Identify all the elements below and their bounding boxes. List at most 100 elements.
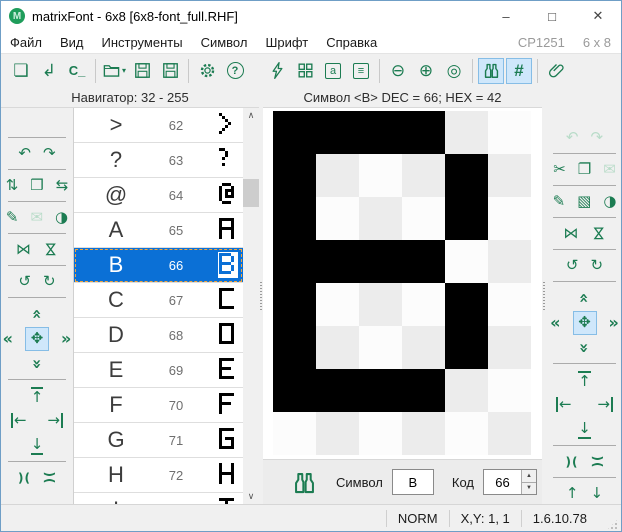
pixel-cell[interactable] bbox=[316, 369, 359, 412]
char-row-64[interactable]: @64 bbox=[74, 178, 243, 213]
pixel-cell[interactable] bbox=[402, 283, 445, 326]
pixel-cell[interactable] bbox=[445, 283, 488, 326]
right-shift-up-button-icon[interactable]: « bbox=[577, 292, 593, 302]
pixel-cell[interactable] bbox=[402, 197, 445, 240]
pixel-cell[interactable] bbox=[273, 111, 316, 154]
char-row-67[interactable]: C67 bbox=[74, 283, 243, 318]
pixel-cell[interactable] bbox=[316, 283, 359, 326]
pixel-cell[interactable] bbox=[488, 326, 531, 369]
pixel-cell[interactable] bbox=[445, 412, 488, 455]
pixel-cell[interactable] bbox=[359, 283, 402, 326]
right-prev-char-button-icon[interactable]: ↑ bbox=[566, 486, 579, 501]
pixel-cell[interactable] bbox=[402, 326, 445, 369]
pixel-cell[interactable] bbox=[488, 154, 531, 197]
pixel-grid[interactable] bbox=[273, 111, 531, 455]
left-shift-right-button-icon[interactable]: » bbox=[61, 331, 71, 347]
right-shift-down-button-icon[interactable]: » bbox=[577, 342, 593, 352]
pixel-cell[interactable] bbox=[316, 326, 359, 369]
scrollbar-track[interactable] bbox=[243, 123, 259, 489]
right-next-char-button-icon[interactable]: ↓ bbox=[591, 486, 604, 501]
right-shift-left-button-icon[interactable]: « bbox=[550, 315, 560, 331]
pixel-cell[interactable] bbox=[316, 197, 359, 240]
left-clear-button-icon[interactable]: ✎ bbox=[6, 210, 19, 225]
help-button[interactable]: ? bbox=[222, 58, 248, 84]
pixel-cell[interactable] bbox=[359, 154, 402, 197]
left-shift-down-button-icon[interactable]: » bbox=[29, 358, 45, 368]
zoom-fit-button[interactable]: ◎ bbox=[441, 58, 467, 84]
left-rotate-right-button-icon[interactable]: ↻ bbox=[43, 274, 56, 289]
optimize-button[interactable] bbox=[264, 58, 290, 84]
pixel-cell[interactable] bbox=[273, 326, 316, 369]
char-row-73[interactable]: I73 bbox=[74, 493, 243, 504]
right-flip-horizontal-button-icon[interactable]: ⋈ bbox=[564, 226, 579, 241]
spin-down-icon[interactable]: ▼ bbox=[522, 483, 536, 495]
char-row-69[interactable]: E69 bbox=[74, 353, 243, 388]
right-squeeze-vertical-button-icon[interactable]: )( bbox=[591, 455, 603, 468]
menu-symbol[interactable]: Символ bbox=[192, 31, 257, 53]
char-row-63[interactable]: ?63 bbox=[74, 143, 243, 178]
char-row-72[interactable]: H72 bbox=[74, 458, 243, 493]
open-button[interactable]: ▾ bbox=[101, 58, 127, 84]
pixel-cell[interactable] bbox=[273, 240, 316, 283]
left-font-width-button-icon[interactable]: ⇆ bbox=[56, 178, 69, 193]
navigator-toggle-button[interactable] bbox=[478, 58, 504, 84]
settings-button[interactable] bbox=[194, 58, 220, 84]
save-as-button[interactable] bbox=[157, 58, 183, 84]
pixel-cell[interactable] bbox=[273, 197, 316, 240]
zoom-in-button[interactable]: ⊕ bbox=[413, 58, 439, 84]
grid-toggle-button[interactable]: # bbox=[506, 58, 532, 84]
char-row-65[interactable]: A65 bbox=[74, 213, 243, 248]
pixel-cell[interactable] bbox=[359, 240, 402, 283]
pixel-cell[interactable] bbox=[359, 369, 402, 412]
menu-help[interactable]: Справка bbox=[317, 31, 386, 53]
char-row-68[interactable]: D68 bbox=[74, 318, 243, 353]
pixel-cell[interactable] bbox=[488, 240, 531, 283]
left-splitter[interactable] bbox=[259, 87, 263, 504]
new-font-button[interactable]: ❏ bbox=[8, 58, 34, 84]
code-spinner[interactable]: 66 ▲ ▼ bbox=[483, 469, 537, 495]
pixel-cell[interactable] bbox=[445, 326, 488, 369]
right-align-right-button-icon[interactable]: → bbox=[597, 397, 613, 412]
pixel-cell[interactable] bbox=[316, 154, 359, 197]
pixel-cell[interactable] bbox=[359, 412, 402, 455]
save-button[interactable] bbox=[129, 58, 155, 84]
right-align-left-button-icon[interactable]: ← bbox=[556, 397, 572, 412]
left-invert-button-icon[interactable]: ◑ bbox=[55, 210, 68, 225]
left-crop-button-icon[interactable]: ❒ bbox=[30, 178, 43, 193]
pixel-cell[interactable] bbox=[445, 369, 488, 412]
left-squeeze-vertical-button-icon[interactable]: )( bbox=[43, 471, 55, 484]
right-shift-right-button-icon[interactable]: » bbox=[609, 315, 619, 331]
pixel-cell[interactable] bbox=[445, 240, 488, 283]
pixel-cell[interactable] bbox=[445, 111, 488, 154]
spin-up-icon[interactable]: ▲ bbox=[522, 470, 536, 483]
menu-view[interactable]: Вид bbox=[51, 31, 93, 53]
export-c-code-button[interactable]: C_ bbox=[64, 58, 90, 84]
scrollbar-thumb[interactable] bbox=[243, 179, 259, 207]
pixel-cell[interactable] bbox=[316, 412, 359, 455]
charmap-button[interactable] bbox=[292, 58, 318, 84]
pixel-cell[interactable] bbox=[273, 369, 316, 412]
right-cut-button-icon[interactable]: ✂ bbox=[553, 162, 566, 177]
pixel-cell[interactable] bbox=[316, 240, 359, 283]
pixel-cell[interactable] bbox=[359, 326, 402, 369]
char-row-66[interactable]: B66 bbox=[74, 248, 243, 283]
preview-char-button[interactable]: a bbox=[320, 58, 346, 84]
pixel-cell[interactable] bbox=[488, 412, 531, 455]
import-button[interactable]: ↲ bbox=[36, 58, 62, 84]
right-align-bottom-button-icon[interactable]: ↓ bbox=[578, 421, 591, 439]
pixel-cell[interactable] bbox=[488, 197, 531, 240]
right-copy-button-icon[interactable]: ❐ bbox=[578, 162, 591, 177]
right-align-top-button-icon[interactable]: ↑ bbox=[578, 371, 591, 389]
right-center-glyph-button[interactable]: ✥ bbox=[573, 311, 597, 335]
char-row-70[interactable]: F70 bbox=[74, 388, 243, 423]
pixel-cell[interactable] bbox=[273, 412, 316, 455]
left-shift-left-button-icon[interactable]: « bbox=[3, 331, 13, 347]
pixel-cell[interactable] bbox=[316, 111, 359, 154]
left-center-glyph-button[interactable]: ✥ bbox=[25, 327, 49, 351]
left-redo-button-icon[interactable]: ↷ bbox=[43, 146, 56, 161]
link-button[interactable] bbox=[543, 58, 569, 84]
menu-font[interactable]: Шрифт bbox=[256, 31, 317, 53]
right-rotate-left-button-icon[interactable]: ↺ bbox=[566, 258, 579, 273]
left-flip-horizontal-button-icon[interactable]: ⋈ bbox=[16, 242, 31, 257]
right-invert-button-icon[interactable]: ◑ bbox=[603, 194, 616, 209]
